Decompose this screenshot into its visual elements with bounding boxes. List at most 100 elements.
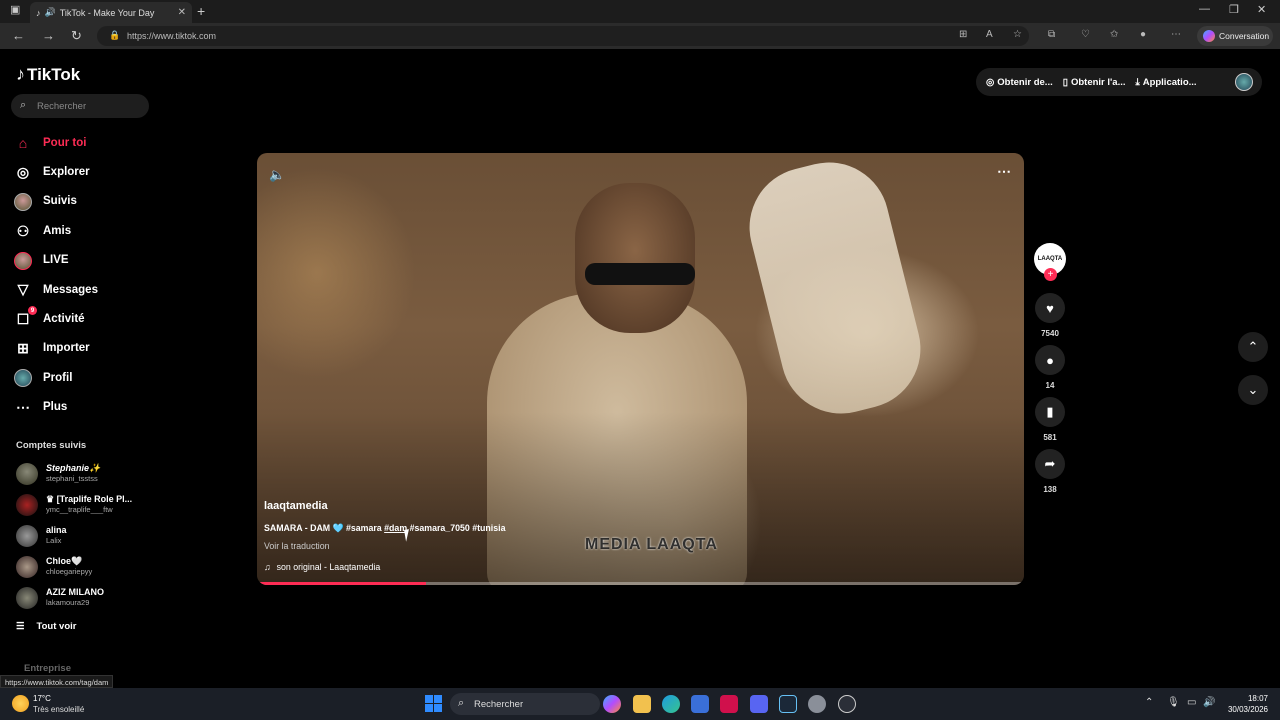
- sidebar-item-amis[interactable]: ⚇ Amis: [0, 216, 160, 245]
- url-text: https://www.tiktok.com: [127, 31, 217, 41]
- sidebar-item-profil[interactable]: Profil: [0, 363, 160, 392]
- app-available-icon[interactable]: ⊞: [959, 29, 967, 40]
- sidebar-item-plus[interactable]: ⋯ Plus: [0, 393, 160, 422]
- tab-close-icon[interactable]: ✕: [178, 7, 186, 18]
- follow-plus-icon[interactable]: +: [1044, 268, 1057, 281]
- restore-icon[interactable]: ❐: [1229, 3, 1239, 16]
- tray-chevron-icon[interactable]: ⌃: [1145, 697, 1153, 708]
- sidebar-item-activite[interactable]: ☐ 9 Activité: [0, 304, 160, 333]
- edge-icon[interactable]: [662, 695, 680, 713]
- followed-username: ymc__traplife___ftw: [46, 505, 113, 514]
- search-placeholder: Rechercher: [37, 100, 87, 112]
- status-url-tooltip: https://www.tiktok.com/tag/dam: [0, 675, 114, 688]
- weather-desc: Très ensoleillé: [33, 705, 85, 714]
- sidebar-item-pour-toi[interactable]: ⌂ Pour toi: [0, 128, 160, 157]
- tiktok-logo[interactable]: ♪ TikTok: [16, 64, 80, 85]
- new-tab-icon[interactable]: +: [197, 3, 205, 19]
- get-coins-button[interactable]: ◎ Obtenir de...: [986, 77, 1053, 88]
- profile-avatar: [14, 369, 32, 388]
- hashtag-link[interactable]: #samara: [346, 523, 382, 533]
- acrobat-icon[interactable]: [720, 695, 738, 713]
- sidebar-item-suivis[interactable]: Suivis: [0, 187, 160, 216]
- sidebar-item-explorer[interactable]: ◎ Explorer: [0, 157, 160, 186]
- volume-icon[interactable]: 🔈: [269, 167, 285, 183]
- phone-icon: ▯: [1062, 76, 1068, 88]
- tab-audio-icon[interactable]: 🔊: [45, 7, 56, 18]
- file-explorer-icon[interactable]: [633, 695, 651, 713]
- save-button[interactable]: ▮: [1035, 397, 1065, 427]
- followed-username: stephani_tsstss: [46, 474, 98, 483]
- comment-icon: ●: [1046, 352, 1054, 368]
- followed-account[interactable]: Stephanie✨ stephani_tsstss: [0, 458, 160, 489]
- next-video-button[interactable]: ⌄: [1238, 375, 1268, 405]
- weather-sun-icon[interactable]: [12, 695, 29, 712]
- comment-button[interactable]: ●: [1035, 345, 1065, 375]
- video-author[interactable]: laaqtamedia: [264, 500, 328, 512]
- followed-account[interactable]: ♛ [Traplife Role Pl... ymc__traplife___f…: [0, 489, 160, 520]
- download-app-button[interactable]: ⤓ Applicatio...: [1136, 77, 1197, 88]
- favorites-icon[interactable]: ✩: [1110, 29, 1118, 40]
- coin-icon: ◎: [986, 76, 995, 88]
- window-close-icon[interactable]: ✕: [1257, 3, 1266, 16]
- get-app-button[interactable]: ▯ Obtenir l'a...: [1063, 77, 1126, 88]
- copilot-app-icon[interactable]: [603, 695, 621, 713]
- discord-icon[interactable]: [750, 695, 768, 713]
- favorite-star-icon[interactable]: ☆: [1013, 29, 1022, 40]
- sidebar-item-label: Explorer: [43, 166, 90, 179]
- save-count: 581: [1043, 433, 1057, 442]
- sidebar-nav: ⌂ Pour toi ◎ Explorer Suivis ⚇ Amis LIVE…: [0, 128, 160, 422]
- sidebar-item-live[interactable]: LIVE: [0, 246, 160, 275]
- taskbar-search[interactable]: ⌕ Rechercher: [450, 693, 600, 715]
- sidebar-item-label: Amis: [43, 224, 72, 237]
- followed-name: alina: [46, 525, 67, 535]
- followed-account[interactable]: Chloe🤍 chloegariepyy: [0, 551, 160, 582]
- tiktok-note-icon: ♪: [16, 64, 25, 84]
- followed-account[interactable]: AZIZ MILANO lakamoura29: [0, 582, 160, 613]
- sidebar-item-label: Importer: [43, 342, 90, 355]
- minimize-icon[interactable]: —: [1199, 3, 1210, 15]
- entreprise-link[interactable]: Entreprise: [24, 663, 71, 674]
- refresh-icon[interactable]: ↻: [71, 28, 82, 44]
- search-input[interactable]: ⌕ Rechercher: [11, 94, 149, 118]
- previous-video-button[interactable]: ⌃: [1238, 332, 1268, 362]
- profile-icon[interactable]: ●: [1140, 29, 1146, 40]
- clock-date[interactable]: 30/03/2026: [1222, 705, 1268, 714]
- sidebar-item-messages[interactable]: ▽ Messages: [0, 275, 160, 304]
- windows-taskbar: 17°C Très ensoleillé ⌕ Rechercher ⌃ 🎙 ▭ …: [0, 688, 1280, 720]
- sidebar-item-importer[interactable]: ⊞ Importer: [0, 334, 160, 363]
- network-icon[interactable]: ▭: [1187, 697, 1196, 708]
- home-icon: ⌂: [18, 135, 28, 151]
- list-icon: ☰: [16, 621, 25, 632]
- followed-account[interactable]: alina Lalix: [0, 520, 160, 551]
- app-icon[interactable]: [838, 695, 856, 713]
- hashtag-link[interactable]: #tunisia: [472, 523, 505, 533]
- music-link[interactable]: ♫ son original - Laaqtamedia: [264, 562, 380, 572]
- steam-icon[interactable]: [779, 695, 797, 713]
- address-bar[interactable]: 🔒 https://www.tiktok.com: [97, 26, 1029, 46]
- extensions-icon[interactable]: ⧉: [1048, 29, 1055, 40]
- tab-actions-icon[interactable]: ▣: [10, 3, 20, 16]
- read-aloud-icon[interactable]: A: [986, 29, 993, 40]
- volume-tray-icon[interactable]: 🔊: [1203, 697, 1215, 708]
- see-all-button[interactable]: ☰ Tout voir: [16, 621, 76, 632]
- share-button[interactable]: ➦: [1035, 449, 1065, 479]
- settings-app-icon[interactable]: [808, 695, 826, 713]
- microphone-icon[interactable]: 🎙: [1167, 697, 1180, 708]
- like-button[interactable]: ♥: [1035, 293, 1065, 323]
- clock-time[interactable]: 18:07: [1228, 694, 1268, 703]
- avatar: [16, 556, 38, 578]
- user-avatar[interactable]: [1235, 73, 1253, 91]
- translate-link[interactable]: Voir la traduction: [264, 541, 330, 551]
- settings-more-icon[interactable]: ⋯: [1171, 29, 1181, 40]
- start-button[interactable]: [425, 695, 442, 712]
- browser-tab[interactable]: ♪ 🔊 TikTok - Make Your Day ✕: [30, 2, 192, 23]
- lock-icon[interactable]: 🔒: [109, 30, 120, 41]
- hashtag-link[interactable]: #samara_7050: [410, 523, 470, 533]
- browser-essentials-icon[interactable]: ♡: [1081, 29, 1090, 40]
- copilot-button[interactable]: Conversation: [1197, 26, 1273, 46]
- back-icon[interactable]: ←: [12, 28, 25, 43]
- more-options-icon[interactable]: ⋯: [997, 163, 1012, 180]
- forward-icon[interactable]: →: [42, 28, 55, 43]
- store-icon[interactable]: [691, 695, 709, 713]
- video-player[interactable]: 🔈 ⋯ laaqtamedia SAMARA - DAM 🩵 #samara #…: [257, 153, 1024, 585]
